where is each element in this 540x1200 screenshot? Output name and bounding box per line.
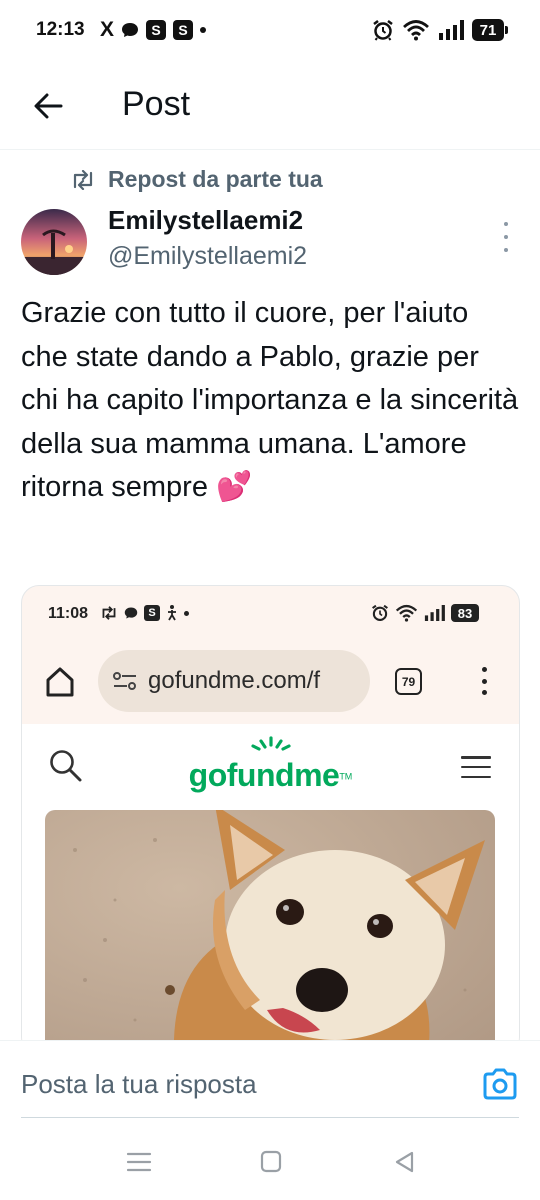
media-webpage: gofundmeTM	[22, 724, 519, 1054]
repost-icon	[102, 606, 116, 620]
repost-icon	[73, 169, 93, 190]
more-notifications-dot-icon	[184, 610, 189, 616]
dog-image	[45, 810, 495, 1054]
alarm-icon	[372, 604, 388, 621]
media-system-icons: 83	[371, 604, 479, 622]
alarm-icon	[373, 20, 393, 41]
signal-icon	[424, 605, 445, 621]
gofundme-wordmark: gofundme	[188, 757, 340, 793]
arrow-left-icon	[34, 93, 63, 119]
tab-count-icon: 79	[395, 668, 422, 695]
media-status-bar: 11:08 S 83	[22, 586, 519, 642]
trademark-mark: TM	[339, 771, 353, 782]
camera-icon[interactable]	[482, 1067, 518, 1101]
triangle-back-icon[interactable]	[390, 1150, 420, 1174]
status-bar: 12:13 X S S 71	[0, 0, 540, 62]
chat-bubble-icon	[124, 607, 138, 619]
site-settings-icon	[113, 672, 136, 690]
dog-photo	[45, 810, 495, 1054]
chat-bubble-icon	[122, 23, 139, 37]
x-app-icon: X	[100, 18, 115, 41]
media-url-bar: gofundme.com/f	[98, 650, 370, 712]
battery-icon: 83	[451, 604, 479, 622]
reply-divider	[21, 1117, 519, 1118]
reply-composer: Posta la tua risposta	[0, 1040, 540, 1120]
more-notifications-dot-icon	[200, 27, 207, 33]
back-button[interactable]	[26, 84, 70, 128]
status-system-icons: 71	[372, 19, 508, 41]
gofundme-logo: gofundmeTM	[22, 736, 519, 794]
hamburger-menu-icon	[461, 756, 491, 778]
status-time: 12:13	[36, 19, 85, 40]
browser-menu-icon	[481, 667, 487, 695]
reply-input[interactable]: Posta la tua risposta	[21, 1069, 257, 1100]
page-title: Post	[122, 85, 191, 123]
wifi-icon	[395, 604, 418, 622]
signal-icon	[439, 20, 464, 40]
status-badge-s2: S	[173, 20, 194, 40]
author-display-name[interactable]: Emilystellaemi2	[108, 205, 303, 236]
top-app-bar: Post	[0, 62, 540, 150]
sunrise-logo-icon	[250, 736, 291, 751]
menu-lines-icon[interactable]	[124, 1150, 154, 1174]
post-media-image[interactable]: 11:08 S 83 gofundme.com/f 79 gofundmeTM	[21, 585, 520, 1055]
repost-label: Repost da parte tua	[108, 166, 323, 192]
accessibility-icon	[168, 605, 176, 621]
square-icon[interactable]	[256, 1150, 286, 1174]
more-dot-icon	[504, 222, 508, 226]
media-url-text: gofundme.com/f	[148, 667, 321, 694]
wifi-icon	[403, 20, 429, 41]
author-handle[interactable]: @Emilystellaemi2	[108, 242, 307, 271]
media-status-time: 11:08	[48, 605, 89, 622]
author-avatar[interactable]	[21, 209, 87, 275]
battery-icon: 71	[472, 19, 508, 41]
more-dot-icon	[504, 248, 508, 252]
post-text: Grazie con tutto il cuore, per l'aiuto c…	[21, 297, 527, 504]
system-navigation-bar	[0, 1122, 540, 1200]
home-icon	[46, 667, 74, 697]
media-status-badge: S	[144, 605, 160, 621]
status-badge-s1: S	[146, 20, 167, 40]
avatar-sunset-image	[21, 209, 87, 275]
more-dot-icon	[504, 235, 508, 239]
repost-indicator[interactable]: Repost da parte tua	[70, 166, 323, 193]
media-notification-icons: S	[100, 605, 189, 621]
status-notification-icons: X S S	[100, 18, 207, 41]
more-options-button[interactable]	[496, 222, 516, 252]
